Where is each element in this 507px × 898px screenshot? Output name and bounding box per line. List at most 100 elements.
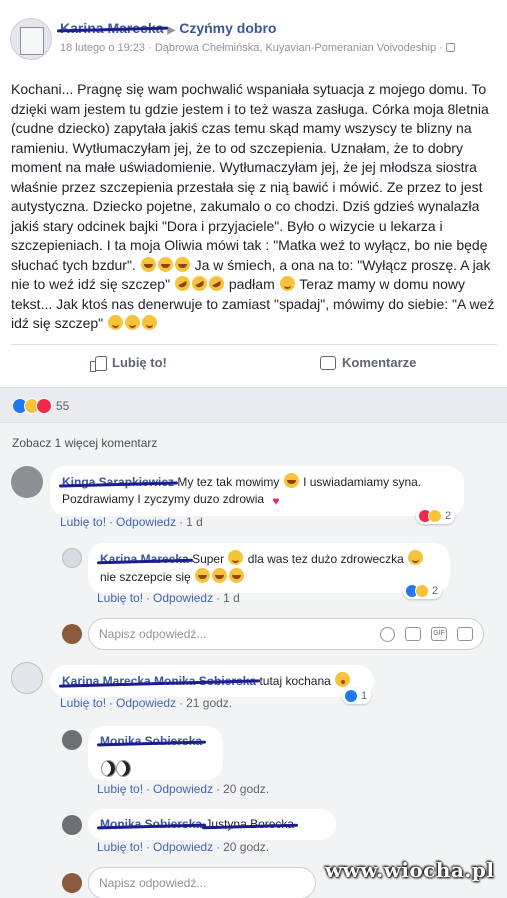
rofl-emoji-icon	[172, 273, 193, 294]
reaction-count: 55	[56, 399, 70, 413]
comment-text: Super	[192, 552, 225, 566]
avatar[interactable]	[11, 662, 43, 694]
comment-reply-link[interactable]: Odpowiedz	[116, 696, 176, 710]
comment-reply-link[interactable]: Odpowiedz	[116, 515, 176, 529]
commenter-name[interactable]: Karina Marecka	[100, 551, 189, 568]
laughing-emoji-icon	[174, 256, 190, 272]
eyes-emoji-icon	[101, 760, 131, 777]
comment-reply-link[interactable]: Odpowiedz	[153, 782, 213, 796]
comment-bubble: Monika Sobierska	[88, 726, 223, 780]
thumbs-up-icon	[90, 355, 107, 372]
smile-emoji-icon	[279, 276, 295, 291]
comment-like-link[interactable]: Lubię to!	[97, 591, 143, 605]
reaction-count: 1	[361, 690, 368, 702]
comment-like-link[interactable]: Lubię to!	[97, 840, 143, 854]
author-avatar[interactable]	[10, 18, 52, 60]
comment-time[interactable]: 1 d	[223, 591, 240, 605]
comment-time[interactable]: 1 d	[186, 515, 203, 529]
comment-time[interactable]: 20 godz.	[223, 782, 269, 796]
laughing-emoji-icon	[229, 568, 245, 583]
gif-icon[interactable]: GIF	[431, 627, 447, 641]
comment-time[interactable]: 21 godz.	[186, 696, 232, 710]
smile-emoji-icon	[228, 550, 244, 565]
comment-bubble: Karina Marecka Super dla was tez dużo zd…	[88, 543, 450, 593]
like-button[interactable]: Lubię to!	[90, 355, 167, 372]
avatar	[62, 624, 82, 644]
sad-reaction-icon	[415, 584, 429, 598]
post-body: Kochani... Pragnę się wam pochwalić wspa…	[11, 80, 497, 334]
comment-actions: Lubię to! · Odpowiedz · 1 d	[97, 591, 240, 605]
comment-time[interactable]: 20 godz.	[223, 840, 269, 854]
avatar[interactable]	[62, 730, 82, 750]
arrow-right-icon: ▶	[167, 25, 176, 36]
laughing-emoji-icon	[157, 256, 173, 272]
comment-bubble: Monika Sobierska Justyna Borecka	[88, 809, 336, 840]
reply-placeholder: Napisz odpowiedź...	[99, 876, 207, 890]
laughing-emoji-icon	[195, 568, 211, 583]
comment-reactions[interactable]: 2	[416, 508, 456, 524]
comment-actions: Lubię to! · Odpowiedz · 21 godz.	[60, 696, 233, 710]
kiss-emoji-icon	[335, 672, 351, 687]
post-location[interactable]: Dąbrowa Chełmińska, Kuyavian-Pomeranian …	[155, 42, 436, 54]
post-header: Karina Marecka ▶ Czyńmy dobro	[60, 20, 276, 36]
emoji-icon[interactable]	[380, 626, 395, 642]
rofl-emoji-icon	[206, 273, 227, 294]
comment-like-link[interactable]: Lubię to!	[60, 515, 106, 529]
tagged-names[interactable]: Karina Marecka Monika Sobierska	[62, 673, 256, 690]
reply-placeholder: Napisz odpowiedź...	[99, 627, 207, 641]
avatar[interactable]	[11, 466, 43, 498]
laughing-emoji-icon	[212, 568, 228, 583]
commenter-name[interactable]: Kinga Sarapkiewicz	[62, 474, 174, 491]
post-meta: 18 lutego o 19:23 · Dąbrowa Chełmińska, …	[60, 42, 455, 54]
comment-like-link[interactable]: Lubię to!	[60, 696, 106, 710]
avatar	[62, 873, 82, 893]
avatar[interactable]	[62, 548, 82, 568]
commenter-name[interactable]: Monika Sobierska	[100, 816, 202, 833]
reply-input[interactable]: Napisz odpowiedź...	[88, 867, 316, 898]
smile-emoji-icon	[142, 315, 158, 330]
comment-reply-link[interactable]: Odpowiedz	[153, 591, 213, 605]
comment-actions: Lubię to! · Odpowiedz · 20 godz.	[97, 782, 270, 796]
reaction-count: 2	[432, 585, 439, 597]
sticker-icon[interactable]	[457, 627, 473, 641]
like-label: Lubię to!	[112, 355, 167, 370]
privacy-icon	[445, 43, 455, 52]
comment-bubble: Karina Marecka Monika Sobierska tutaj ko…	[50, 665, 374, 697]
group-name[interactable]: Czyńmy dobro	[179, 20, 276, 36]
post-text-1: Kochani... Pragnę się wam pochwalić wspa…	[11, 81, 489, 273]
post-text-3: padłam	[228, 276, 275, 292]
comment-text: My tez tak mowimy	[177, 475, 280, 489]
comments-label: Komentarze	[342, 355, 417, 370]
comment-text: dla was tez dużo zdroweczka	[247, 552, 404, 566]
comments-button[interactable]: Komentarze	[320, 355, 416, 370]
smile-emoji-icon	[408, 550, 424, 565]
comment-text: tutaj kochana	[259, 674, 331, 688]
comment-actions: Lubię to! · Odpowiedz · 1 d	[60, 515, 203, 529]
see-more-comments-link[interactable]: Zobacz 1 więcej komentarz	[12, 436, 157, 450]
post-card: Karina Marecka ▶ Czyńmy dobro 18 lutego o …	[0, 0, 507, 388]
comment-text: nie szczepcie się	[100, 570, 191, 584]
comment-actions: Lubię to! · Odpowiedz · 20 godz.	[97, 840, 270, 854]
avatar[interactable]	[62, 815, 82, 835]
like-reaction-icon	[344, 689, 358, 703]
reaction-summary[interactable]: 55	[12, 398, 69, 414]
laughing-emoji-icon	[283, 473, 299, 488]
laughing-emoji-icon	[140, 256, 156, 272]
reaction-count: 2	[445, 510, 452, 522]
heart-emoji-icon: ♥	[272, 494, 280, 508]
watermark: www.wiocha.pl	[325, 858, 495, 882]
camera-icon[interactable]	[405, 627, 421, 641]
smile-emoji-icon	[108, 315, 124, 330]
rofl-emoji-icon	[189, 273, 210, 294]
sad-reaction-icon	[428, 509, 442, 523]
tagged-name[interactable]: Justyna Borecka	[205, 816, 294, 833]
comment-like-link[interactable]: Lubię to!	[97, 782, 143, 796]
author-name[interactable]: Karina Marecka	[60, 20, 164, 36]
reply-input[interactable]: Napisz odpowiedź... GIF	[88, 618, 484, 650]
commenter-name[interactable]: Monika Sobierska	[100, 733, 202, 750]
comment-reactions[interactable]: 1	[342, 688, 372, 704]
comment-reply-link[interactable]: Odpowiedz	[153, 840, 213, 854]
post-date[interactable]: 18 lutego o 19:23	[60, 42, 145, 54]
comment-reactions[interactable]: 2	[403, 583, 443, 599]
divider	[11, 344, 497, 345]
